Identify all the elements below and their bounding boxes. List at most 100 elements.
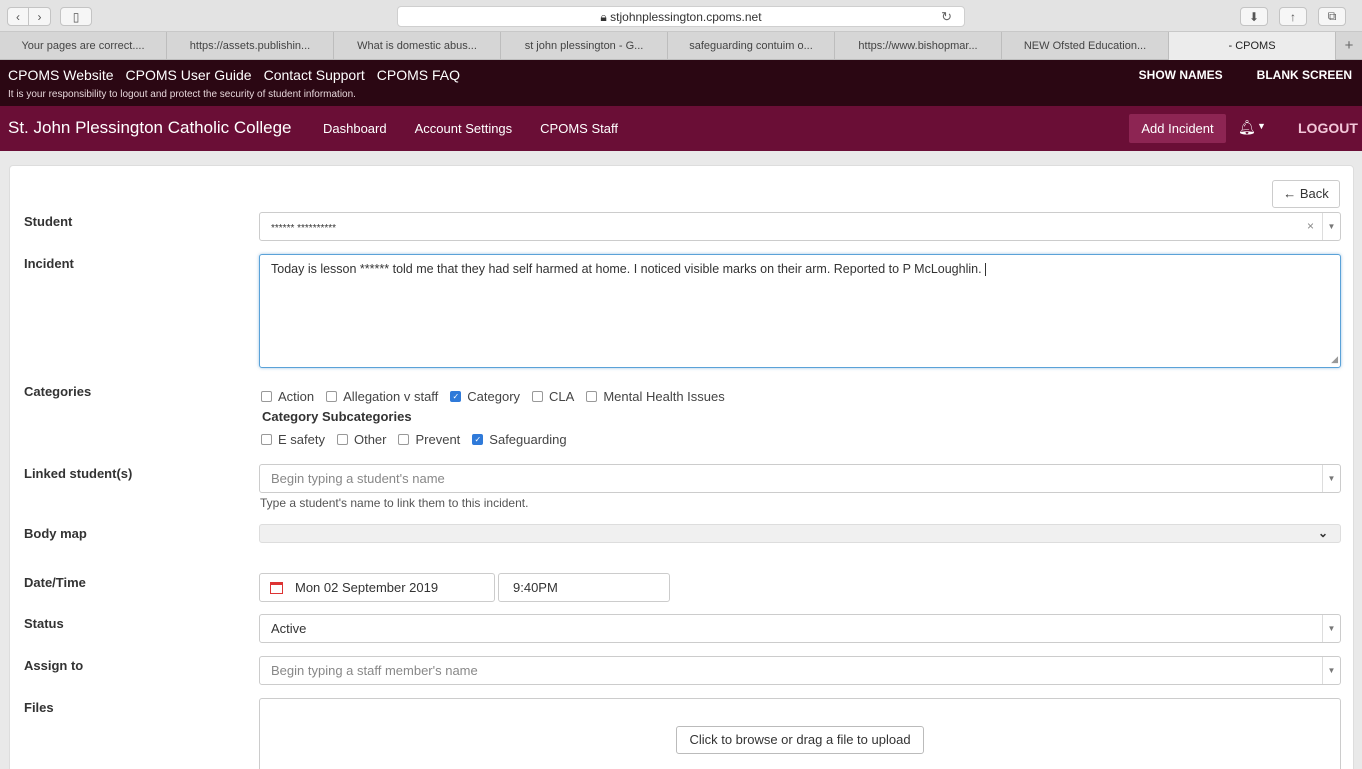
resize-handle-icon[interactable]: ◢ [1331, 354, 1338, 365]
checkbox-label: Safeguarding [489, 432, 567, 447]
date-value: Mon 02 September 2019 [295, 580, 439, 595]
checkbox-label: CLA [549, 389, 575, 404]
browser-toolbar: ‹ › ▯ 🔒︎ stjohnplessington.cpoms.net ↻ ⬇… [0, 0, 1362, 32]
browser-tab[interactable]: Your pages are correct.... [0, 32, 167, 60]
calendar-icon [270, 581, 283, 594]
chevron-down-icon[interactable]: ▼ [1322, 465, 1340, 492]
student-select[interactable]: ****** ********** × ▼ [259, 212, 1341, 241]
assign-to-label: Assign to [24, 658, 84, 673]
browser-tab[interactable]: https://assets.publishin... [167, 32, 334, 60]
categories-checkboxes: Action Allegation v staff ✓ Category CLA … [261, 389, 737, 404]
checkbox-checked[interactable]: ✓ [450, 391, 462, 402]
status-value: Active [271, 621, 307, 636]
browser-tab[interactable]: st john plessington - G... [501, 32, 668, 60]
body-map-label: Body map [24, 526, 87, 541]
chevron-down-icon: ⌄ [1317, 526, 1328, 540]
add-incident-button[interactable]: Add Incident [1129, 114, 1226, 143]
top-links: CPOMS Website CPOMS User Guide Contact S… [8, 67, 460, 83]
security-note: It is your responsibility to logout and … [8, 89, 356, 100]
incident-text: Today is lesson ****** told me that they… [271, 262, 982, 276]
download-icon[interactable]: ⬇︎ [1240, 7, 1268, 26]
cpoms-top-bar: CPOMS Website CPOMS User Guide Contact S… [0, 60, 1362, 106]
logout-link[interactable]: LOGOUT [1298, 120, 1358, 136]
contact-support-link[interactable]: Contact Support [264, 67, 365, 83]
category-cla[interactable]: CLA [532, 389, 574, 404]
time-value: 9:40PM [513, 580, 558, 595]
school-name[interactable]: St. John Plessington Catholic College [8, 118, 292, 138]
checkbox-label: Allegation v staff [343, 389, 439, 404]
incident-label: Incident [24, 256, 74, 271]
nav-cpoms-staff[interactable]: CPOMS Staff [540, 121, 618, 136]
category-action[interactable]: Action [261, 389, 314, 404]
tabs-overview-icon[interactable]: ⧉ [1318, 7, 1346, 26]
linked-students-placeholder: Begin typing a student's name [271, 471, 445, 486]
browser-tab-active[interactable]: - CPOMS [1169, 32, 1336, 60]
cpoms-faq-link[interactable]: CPOMS FAQ [377, 67, 460, 83]
date-time-label: Date/Time [24, 575, 86, 590]
subcategory-other[interactable]: Other [336, 432, 387, 447]
assign-to-input[interactable]: Begin typing a staff member's name ▼ [259, 656, 1341, 685]
bell-icon[interactable]: 🔔︎ [1238, 119, 1256, 136]
checkbox-checked[interactable]: ✓ [472, 434, 484, 445]
text-cursor [984, 263, 986, 277]
category-category[interactable]: ✓ Category [450, 389, 520, 404]
upload-button[interactable]: Click to browse or drag a file to upload [676, 726, 924, 754]
incident-textarea[interactable]: Today is lesson ****** told me that they… [259, 254, 1341, 368]
subcategory-safeguarding[interactable]: ✓ Safeguarding [472, 432, 567, 447]
checkbox[interactable] [261, 391, 272, 402]
chevron-down-icon[interactable]: ▼ [1322, 657, 1340, 684]
checkbox[interactable] [326, 391, 338, 402]
cpoms-website-link[interactable]: CPOMS Website [8, 67, 114, 83]
browser-tab[interactable]: safeguarding contuim o... [668, 32, 835, 60]
checkbox-label: Other [353, 432, 387, 447]
checkbox[interactable] [336, 434, 348, 445]
checkbox[interactable] [261, 434, 272, 445]
tab-strip: Your pages are correct.... https://asset… [0, 32, 1362, 60]
reload-icon[interactable]: ↻ [941, 9, 952, 25]
time-input[interactable]: 9:40PM [498, 573, 670, 602]
share-icon[interactable]: ↑ [1279, 7, 1307, 26]
url-value: stjohnplessington.cpoms.net [610, 10, 762, 24]
nav-dashboard[interactable]: Dashboard [323, 121, 387, 136]
browser-tab[interactable]: NEW Ofsted Education... [1002, 32, 1169, 60]
checkbox[interactable] [398, 434, 410, 445]
blank-screen-link[interactable]: BLANK SCREEN [1257, 68, 1352, 82]
clear-icon[interactable]: × [1307, 219, 1314, 233]
category-mental-health-issues[interactable]: Mental Health Issues [586, 389, 725, 404]
back-arrow-icon[interactable]: ‹ [7, 7, 29, 26]
caret-down-icon[interactable]: ▼ [1257, 121, 1266, 131]
checkbox[interactable] [586, 391, 598, 402]
student-value: ****** ********** [271, 223, 337, 234]
browser-tab[interactable]: https://www.bishopmar... [835, 32, 1002, 60]
top-right-actions: SHOW NAMES BLANK SCREEN [1139, 68, 1352, 82]
subcategories-checkboxes: E safety Other Prevent ✓ Safeguarding [261, 432, 579, 447]
checkbox-label: Action [278, 389, 315, 404]
back-label: Back [1299, 186, 1329, 201]
file-dropzone[interactable]: Click to browse or drag a file to upload [259, 698, 1341, 769]
date-picker[interactable]: Mon 02 September 2019 [259, 573, 495, 602]
status-label: Status [24, 616, 64, 631]
back-button[interactable]: ← Back [1272, 180, 1340, 208]
linked-students-input[interactable]: Begin typing a student's name ▼ [259, 464, 1341, 493]
nav-account-settings[interactable]: Account Settings [415, 121, 513, 136]
categories-label: Categories [24, 384, 92, 399]
subcategory-e-safety[interactable]: E safety [261, 432, 325, 447]
chevron-down-icon[interactable]: ▼ [1322, 213, 1340, 240]
arrow-left-icon: ← [1283, 186, 1297, 201]
category-allegation-v-staff[interactable]: Allegation v staff [326, 389, 438, 404]
status-select[interactable]: Active ▼ [259, 614, 1341, 643]
show-names-link[interactable]: SHOW NAMES [1139, 68, 1223, 82]
checkbox[interactable] [532, 391, 544, 402]
browser-tab[interactable]: What is domestic abus... [334, 32, 501, 60]
forward-arrow-icon[interactable]: › [29, 7, 51, 26]
body-map-toggle[interactable]: ⌄ [259, 524, 1341, 543]
address-bar[interactable]: 🔒︎ stjohnplessington.cpoms.net ↻ [397, 6, 965, 27]
files-label: Files [24, 700, 54, 715]
main-nav: St. John Plessington Catholic College Da… [0, 106, 1362, 151]
chevron-down-icon[interactable]: ▼ [1322, 615, 1340, 642]
sidebar-toggle-icon[interactable]: ▯ [60, 7, 92, 26]
checkbox-label: E safety [278, 432, 325, 447]
subcategory-prevent[interactable]: Prevent [398, 432, 460, 447]
cpoms-user-guide-link[interactable]: CPOMS User Guide [126, 67, 252, 83]
new-tab-icon[interactable]: + [1336, 32, 1362, 60]
